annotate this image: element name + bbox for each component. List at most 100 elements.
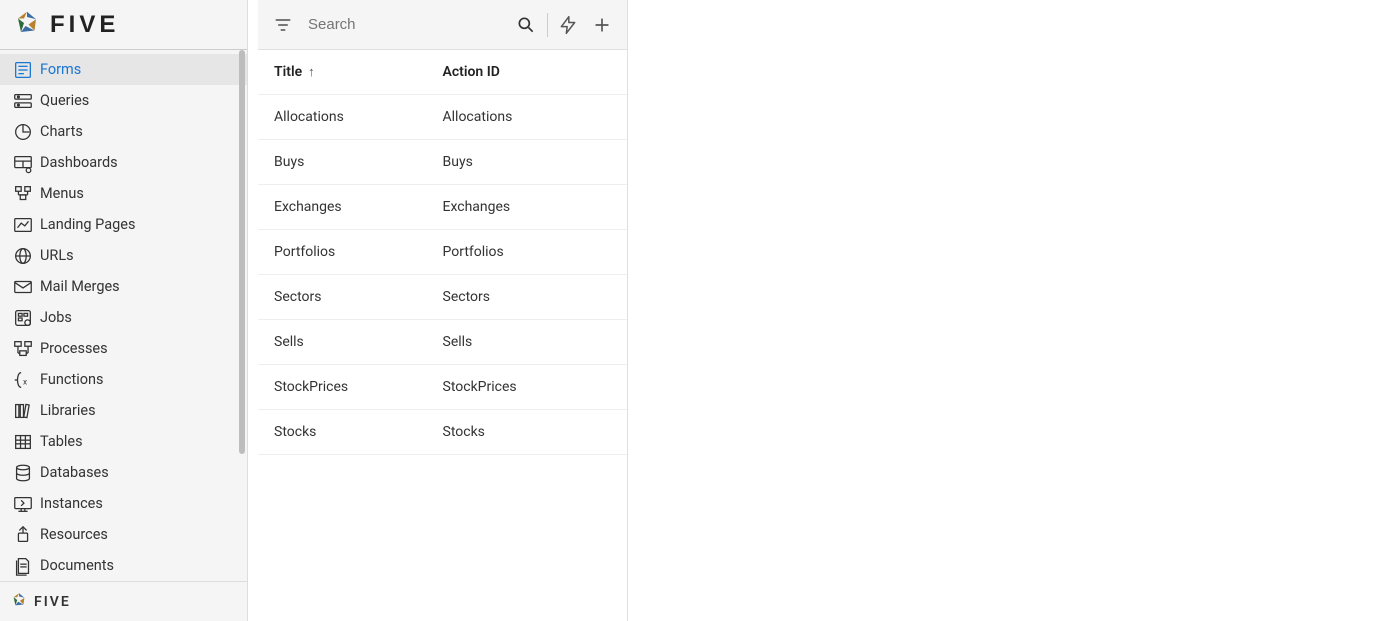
documents-icon: [12, 554, 40, 578]
cell-action-id: Buys: [443, 154, 612, 170]
processes-icon: [12, 337, 40, 361]
table-row[interactable]: StockPricesStockPrices: [258, 365, 627, 410]
sidebar-item-instances[interactable]: Instances: [0, 488, 247, 519]
sidebar-header: FIVE: [0, 0, 247, 50]
column-headers: Title ↑ Action ID: [258, 50, 627, 95]
sidebar-item-label: Instances: [40, 495, 103, 512]
column-header-action-id-label: Action ID: [443, 64, 500, 80]
brand-name: FIVE: [50, 11, 119, 39]
table-row[interactable]: BuysBuys: [258, 140, 627, 185]
sidebar-scrollbar[interactable]: [237, 50, 247, 581]
sidebar-item-label: Queries: [40, 92, 89, 109]
brand-logo[interactable]: FIVE: [12, 8, 119, 42]
sidebar-item-label: Functions: [40, 371, 103, 388]
cell-action-id: Exchanges: [443, 199, 612, 215]
sidebar: FIVE Forms Queries Charts Dashboards Menus La…: [0, 0, 248, 621]
sidebar-item-jobs[interactable]: Jobs: [0, 302, 247, 333]
sidebar-item-label: Forms: [40, 61, 81, 78]
landing-icon: [12, 213, 40, 237]
sidebar-item-queries[interactable]: Queries: [0, 85, 247, 116]
column-header-action-id[interactable]: Action ID: [443, 64, 612, 80]
cell-action-id: Sells: [443, 334, 612, 350]
sidebar-item-label: URLs: [40, 247, 74, 264]
cell-title: StockPrices: [274, 379, 443, 395]
sidebar-item-label: Tables: [40, 433, 83, 450]
cell-title: Portfolios: [274, 244, 443, 260]
sidebar-item-processes[interactable]: Processes: [0, 333, 247, 364]
functions-icon: x: [12, 368, 40, 392]
sidebar-item-label: Dashboards: [40, 154, 118, 171]
cell-action-id: Portfolios: [443, 244, 612, 260]
list-body: AllocationsAllocationsBuysBuysExchangesE…: [258, 95, 627, 455]
list-toolbar: [258, 0, 627, 50]
table-row[interactable]: SectorsSectors: [258, 275, 627, 320]
queries-icon: [12, 89, 40, 113]
sidebar-item-label: Landing Pages: [40, 216, 135, 233]
urls-icon: [12, 244, 40, 268]
sidebar-item-tables[interactable]: Tables: [0, 426, 247, 457]
cell-title: Allocations: [274, 109, 443, 125]
cell-title: Stocks: [274, 424, 443, 440]
sidebar-item-charts[interactable]: Charts: [0, 116, 247, 147]
resources-icon: [12, 523, 40, 547]
forms-icon: [12, 58, 40, 82]
svg-text:x: x: [23, 377, 27, 387]
sidebar-item-resources[interactable]: Resources: [0, 519, 247, 550]
sidebar-item-landing[interactable]: Landing Pages: [0, 209, 247, 240]
column-header-title-label: Title: [274, 64, 302, 80]
mailmerges-icon: [12, 275, 40, 299]
sidebar-item-dashboards[interactable]: Dashboards: [0, 147, 247, 178]
cell-title: Buys: [274, 154, 443, 170]
sort-asc-icon: ↑: [308, 64, 315, 80]
brand-mark-icon: [12, 8, 42, 42]
sidebar-item-label: Libraries: [40, 402, 96, 419]
sidebar-item-label: Documents: [40, 557, 114, 574]
search-input[interactable]: [306, 10, 509, 39]
cell-action-id: Allocations: [443, 109, 612, 125]
sidebar-item-mailmerges[interactable]: Mail Merges: [0, 271, 247, 302]
sidebar-item-label: Processes: [40, 340, 108, 357]
cell-action-id: StockPrices: [443, 379, 612, 395]
instances-icon: [12, 492, 40, 516]
table-row[interactable]: AllocationsAllocations: [258, 95, 627, 140]
sidebar-item-databases[interactable]: Databases: [0, 457, 247, 488]
charts-icon: [12, 120, 40, 144]
tables-icon: [12, 430, 40, 454]
table-row[interactable]: ExchangesExchanges: [258, 185, 627, 230]
sidebar-footer: FIVE: [0, 581, 247, 621]
sidebar-item-functions[interactable]: x Functions: [0, 364, 247, 395]
brand-name-small: FIVE: [34, 594, 71, 610]
sidebar-item-libraries[interactable]: Libraries: [0, 395, 247, 426]
filter-icon[interactable]: [266, 8, 300, 42]
databases-icon: [12, 461, 40, 485]
table-row[interactable]: PortfoliosPortfolios: [258, 230, 627, 275]
sidebar-nav: Forms Queries Charts Dashboards Menus Landing…: [0, 50, 247, 581]
sidebar-item-forms[interactable]: Forms: [0, 54, 247, 85]
cell-action-id: Sectors: [443, 289, 612, 305]
brand-mark-icon: [10, 591, 28, 613]
sidebar-item-documents[interactable]: Documents: [0, 550, 247, 581]
lightning-icon[interactable]: [552, 8, 586, 42]
cell-action-id: Stocks: [443, 424, 612, 440]
main-area: Title ↑ Action ID AllocationsAllocations…: [248, 0, 1378, 621]
search-icon[interactable]: [509, 8, 543, 42]
sidebar-item-label: Mail Merges: [40, 278, 120, 295]
sidebar-scrollbar-thumb[interactable]: [239, 50, 245, 454]
sidebar-item-label: Jobs: [40, 309, 72, 326]
cell-title: Exchanges: [274, 199, 443, 215]
jobs-icon: [12, 306, 40, 330]
brand-logo-small[interactable]: FIVE: [10, 591, 71, 613]
sidebar-item-label: Databases: [40, 464, 109, 481]
sidebar-item-label: Resources: [40, 526, 108, 543]
sidebar-item-menus[interactable]: Menus: [0, 178, 247, 209]
list-panel: Title ↑ Action ID AllocationsAllocations…: [258, 0, 628, 621]
toolbar-divider: [547, 13, 548, 37]
table-row[interactable]: SellsSells: [258, 320, 627, 365]
sidebar-item-label: Menus: [40, 185, 84, 202]
menus-icon: [12, 182, 40, 206]
sidebar-item-urls[interactable]: URLs: [0, 240, 247, 271]
column-header-title[interactable]: Title ↑: [274, 64, 443, 80]
add-icon[interactable]: [585, 8, 619, 42]
table-row[interactable]: StocksStocks: [258, 410, 627, 455]
cell-title: Sectors: [274, 289, 443, 305]
